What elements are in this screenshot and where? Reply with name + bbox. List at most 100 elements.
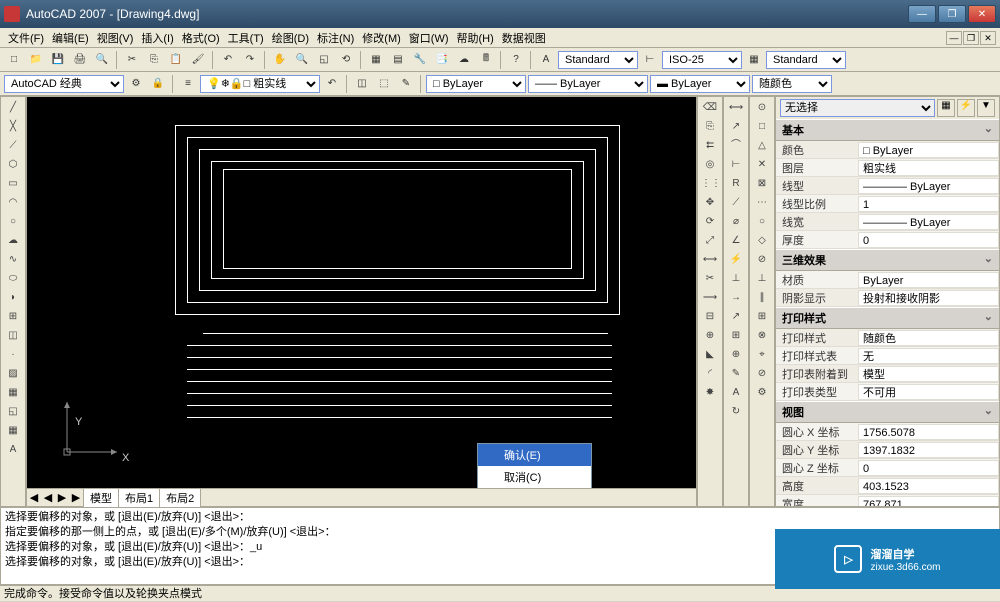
layer-manager-icon[interactable]: ≡ — [178, 74, 198, 94]
snap-tangent-icon[interactable]: ⊘ — [752, 251, 772, 269]
toggle-icon[interactable]: ▼ — [977, 99, 995, 117]
prop-row[interactable]: 图层粗实线 — [776, 159, 999, 177]
mdi-minimize[interactable]: — — [946, 31, 962, 45]
prop-icon[interactable]: ▦ — [366, 50, 386, 70]
zoom-window-icon[interactable]: ◱ — [314, 50, 334, 70]
prop-value[interactable]: 1756.5078 — [858, 424, 999, 440]
prop-row[interactable]: 厚度0 — [776, 231, 999, 249]
dim-center-icon[interactable]: ⊕ — [726, 346, 746, 364]
close-button[interactable]: ✕ — [968, 5, 996, 23]
match-icon[interactable]: 🖌 — [188, 50, 208, 70]
zoom-prev-icon[interactable]: ⟲ — [336, 50, 356, 70]
line-icon[interactable]: ╱ — [3, 99, 23, 117]
plotstyle-combo[interactable]: 随颜色 — [752, 75, 832, 93]
workspace-combo[interactable]: AutoCAD 经典 — [4, 75, 124, 93]
maximize-button[interactable]: ❐ — [938, 5, 966, 23]
ssm-icon[interactable]: 📑 — [432, 50, 452, 70]
prop-section-header[interactable]: 打印样式⌄ — [776, 307, 999, 329]
mdi-restore[interactable]: ❐ — [963, 31, 979, 45]
edit-block-icon[interactable]: ✎ — [396, 74, 416, 94]
point-icon[interactable]: · — [3, 346, 23, 364]
tstyle-icon[interactable]: A — [536, 50, 556, 70]
dim-radius-icon[interactable]: R — [726, 175, 746, 193]
prop-row[interactable]: 颜色□ ByLayer — [776, 141, 999, 159]
prop-row[interactable]: 打印样式表无 — [776, 347, 999, 365]
zoom-icon[interactable]: 🔍 — [292, 50, 312, 70]
prop-row[interactable]: 圆心 Z 坐标0 — [776, 459, 999, 477]
explode-icon[interactable]: ✸ — [700, 384, 720, 402]
lweight-combo[interactable]: ▬ ByLayer — [650, 75, 750, 93]
prop-row[interactable]: 线型比例1 — [776, 195, 999, 213]
cut-icon[interactable]: ✂ — [122, 50, 142, 70]
menu-dataview[interactable]: 数据视图 — [498, 28, 550, 48]
ctx-confirm[interactable]: 确认(E) — [478, 444, 591, 466]
mtext-icon[interactable]: A — [3, 441, 23, 459]
snap-settings-icon[interactable]: ⚙ — [752, 384, 772, 402]
print-icon[interactable]: 🖨 — [70, 50, 90, 70]
prop-row[interactable]: 线型———— ByLayer — [776, 177, 999, 195]
prop-value[interactable]: 投射和接收阴影 — [858, 290, 999, 306]
minimize-button[interactable]: — — [908, 5, 936, 23]
prop-value[interactable]: 随颜色 — [858, 330, 999, 346]
text-style-combo[interactable]: Standard — [558, 51, 638, 69]
snap-parallel-icon[interactable]: ∥ — [752, 289, 772, 307]
dim-ordinate-icon[interactable]: ⊢ — [726, 156, 746, 174]
dim-dia-icon[interactable]: ⌀ — [726, 213, 746, 231]
tab-layout2[interactable]: 布局2 — [159, 488, 201, 508]
polygon-icon[interactable]: ⬡ — [3, 156, 23, 174]
move-icon[interactable]: ✥ — [700, 194, 720, 212]
prop-row[interactable]: 材质ByLayer — [776, 271, 999, 289]
fillet-icon[interactable]: ◜ — [700, 365, 720, 383]
rectangle-icon[interactable]: ▭ — [3, 175, 23, 193]
dim-leader-icon[interactable]: ↗ — [726, 308, 746, 326]
open-icon[interactable]: 📁 — [26, 50, 46, 70]
calc-icon[interactable]: 🖩 — [476, 50, 496, 70]
menu-format[interactable]: 格式(O) — [178, 28, 224, 48]
stretch-icon[interactable]: ⟷ — [700, 251, 720, 269]
dstyle-icon[interactable]: ⊢ — [640, 50, 660, 70]
copy-mod-icon[interactable]: ⎘ — [700, 118, 720, 136]
prop-value[interactable]: ByLayer — [858, 272, 999, 288]
mdi-close[interactable]: ✕ — [980, 31, 996, 45]
snap-insert-icon[interactable]: ⊞ — [752, 308, 772, 326]
prop-value[interactable]: 767.871 — [858, 496, 999, 508]
spline-icon[interactable]: ∿ — [3, 251, 23, 269]
selection-combo[interactable]: 无选择 — [780, 99, 935, 117]
circle-icon[interactable]: ○ — [3, 213, 23, 231]
table-icon[interactable]: ▦ — [3, 422, 23, 440]
undo-icon[interactable]: ↶ — [218, 50, 238, 70]
prop-row[interactable]: 圆心 Y 坐标1397.1832 — [776, 441, 999, 459]
offset-icon[interactable]: ◎ — [700, 156, 720, 174]
mirror-icon[interactable]: ⮄ — [700, 137, 720, 155]
pline-icon[interactable]: ⟋ — [3, 137, 23, 155]
dim-tedit-icon[interactable]: A — [726, 384, 746, 402]
prop-section-header[interactable]: 视图⌄ — [776, 401, 999, 423]
dim-update-icon[interactable]: ↻ — [726, 403, 746, 421]
menu-dimension[interactable]: 标注(N) — [313, 28, 358, 48]
dim-style-combo[interactable]: ISO-25 — [662, 51, 742, 69]
prop-row[interactable]: 高度403.1523 — [776, 477, 999, 495]
dim-arc-icon[interactable]: ⌒ — [726, 137, 746, 155]
snap-quadrant-icon[interactable]: ◇ — [752, 232, 772, 250]
prop-value[interactable]: 模型 — [858, 366, 999, 382]
ellipse-icon[interactable]: ⬭ — [3, 270, 23, 288]
prop-value[interactable]: 不可用 — [858, 384, 999, 400]
snap-endpoint-icon[interactable]: □ — [752, 118, 772, 136]
tab-layout1[interactable]: 布局1 — [118, 488, 160, 508]
make-block-icon[interactable]: ◫ — [3, 327, 23, 345]
color-combo[interactable]: □ ByLayer — [426, 75, 526, 93]
menu-tools[interactable]: 工具(T) — [224, 28, 268, 48]
help-icon[interactable]: ? — [506, 50, 526, 70]
scale-icon[interactable]: ⤢ — [700, 232, 720, 250]
prop-row[interactable]: 打印样式随颜色 — [776, 329, 999, 347]
prop-section-header[interactable]: 基本⌄ — [776, 119, 999, 141]
prop-row[interactable]: 打印表类型不可用 — [776, 383, 999, 401]
pik-icon[interactable]: ▦ — [937, 99, 955, 117]
prop-value[interactable]: 无 — [858, 348, 999, 364]
redo-icon[interactable]: ↷ — [240, 50, 260, 70]
extend-icon[interactable]: ⟶ — [700, 289, 720, 307]
save-icon[interactable]: 💾 — [48, 50, 68, 70]
prop-value[interactable]: 0 — [858, 460, 999, 476]
menu-file[interactable]: 文件(F) — [4, 28, 48, 48]
snap-extension-icon[interactable]: ⋯ — [752, 194, 772, 212]
